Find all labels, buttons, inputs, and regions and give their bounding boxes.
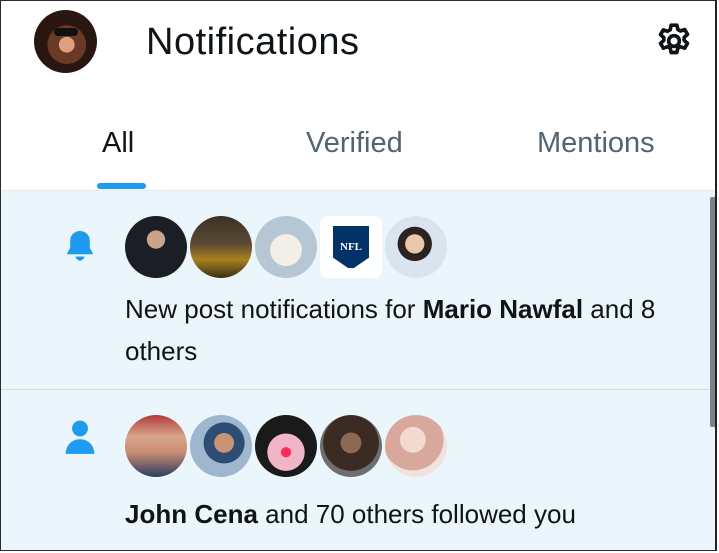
gear-icon[interactable] [654,21,694,61]
tab-verified[interactable]: Verified [306,127,403,160]
avatar[interactable] [125,415,187,477]
account-name[interactable]: Mario Nawfal [423,294,583,324]
avatar[interactable] [190,216,252,278]
page-title: Notifications [146,21,360,63]
avatar[interactable] [385,415,447,477]
active-tab-indicator [97,183,146,189]
header: Notifications [1,1,715,96]
tab-bar: All Verified Mentions [1,111,715,191]
profile-avatar[interactable] [34,10,97,73]
notification-text: John Cena and 70 others followed you [125,493,705,535]
account-name[interactable]: John Cena [125,499,258,529]
notification-prefix: New post notifications for [125,294,423,324]
avatar-stack [125,415,447,477]
bell-icon [66,230,94,261]
avatar[interactable] [190,415,252,477]
avatar[interactable]: NFL [320,216,382,278]
tab-all[interactable]: All [102,127,134,160]
notification-text: New post notifications for Mario Nawfal … [125,288,705,372]
notifications-screen: Notifications All Verified Mentions NFL … [0,0,717,551]
nfl-logo: NFL [331,224,371,270]
avatar[interactable] [255,216,317,278]
avatar[interactable] [255,415,317,477]
avatar[interactable] [320,415,382,477]
avatar[interactable] [385,216,447,278]
person-icon [65,420,95,454]
scrollbar[interactable] [710,197,715,427]
avatar-stack: NFL [125,216,447,278]
notification-suffix: and 70 others followed you [257,499,576,529]
tab-mentions[interactable]: Mentions [537,127,655,160]
avatar[interactable] [125,216,187,278]
